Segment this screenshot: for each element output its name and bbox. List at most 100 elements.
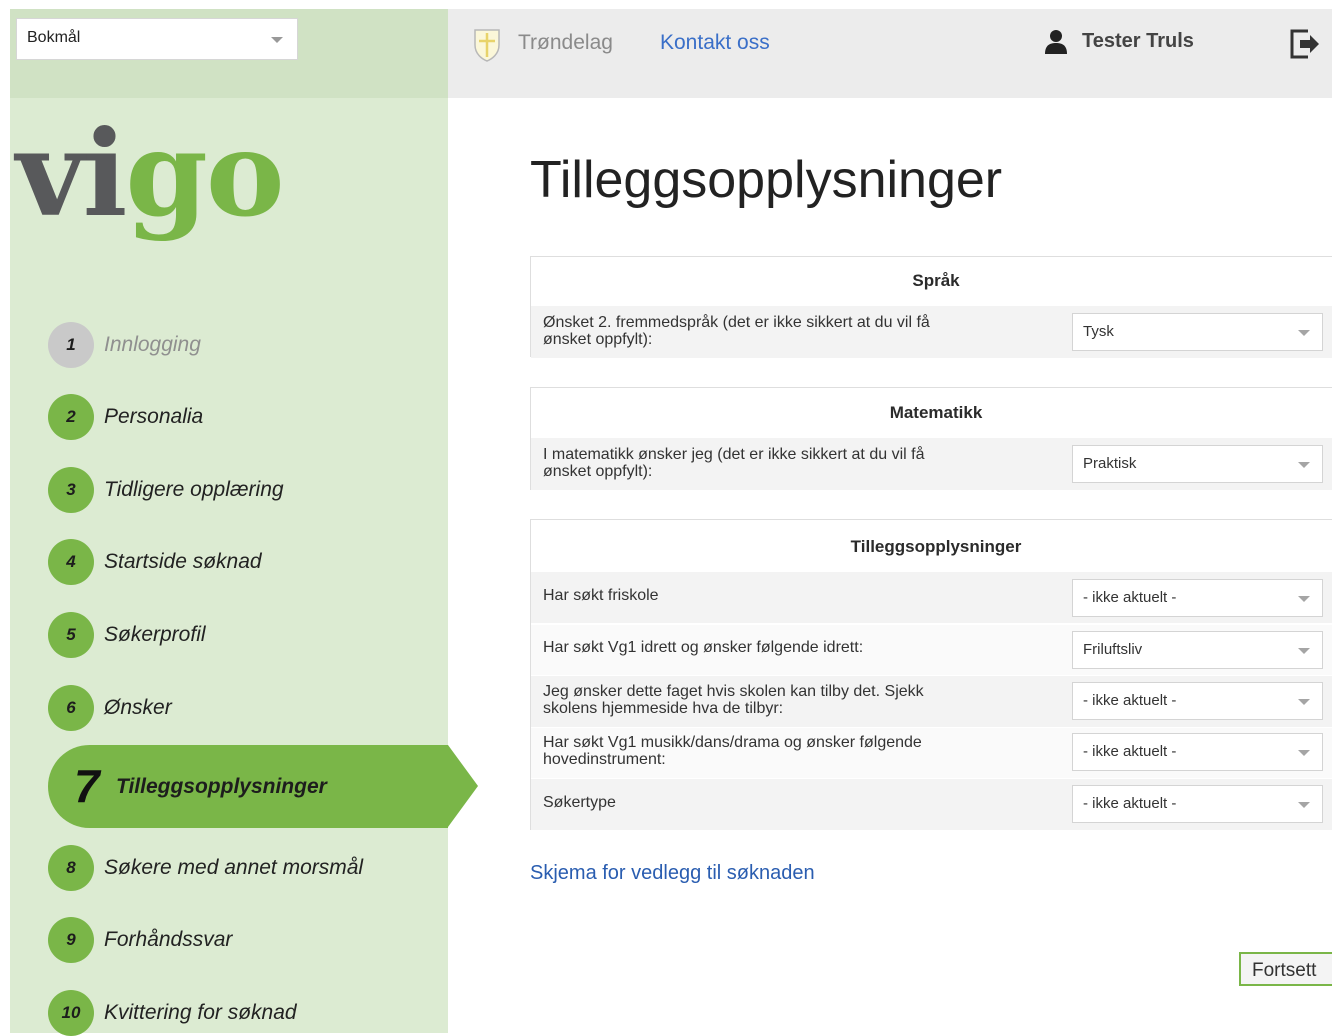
chevron-down-icon	[1298, 802, 1310, 808]
step-label: Søkerprofil	[104, 623, 206, 646]
step-innlogging[interactable]: 1 Innlogging	[48, 322, 468, 368]
sprak-section: Språk Ønsket 2. fremmedspråk (det er ikk…	[530, 256, 1332, 358]
continue-button[interactable]: Fortsett	[1239, 952, 1332, 986]
step-sokerprofil[interactable]: 5 Søkerprofil	[48, 612, 468, 658]
matematikk-select[interactable]: Praktisk	[1072, 445, 1323, 483]
chevron-down-icon	[1298, 462, 1310, 468]
step-number: 3	[48, 467, 94, 513]
step-number: 2	[48, 394, 94, 440]
user-icon	[1045, 30, 1067, 54]
select-value: Friluftsliv	[1083, 641, 1143, 658]
select-value: Tysk	[1083, 323, 1114, 340]
select-value: Praktisk	[1083, 455, 1137, 472]
form-row: Har søkt Vg1 idrett og ønsker følgende i…	[531, 625, 1332, 675]
question-label: Har søkt Vg1 idrett og ønsker følgende i…	[543, 639, 1013, 656]
step-label: Personalia	[104, 405, 204, 428]
step-number: 10	[48, 990, 94, 1036]
step-label: Søkere med annet morsmål	[104, 856, 364, 879]
chevron-down-icon	[1298, 750, 1310, 756]
question-line: skolens hjemmeside hva de tilbyr:	[543, 700, 784, 717]
question-line: Har søkt Vg1 musikk/dans/drama og ønsker…	[543, 734, 922, 751]
attachment-form-link[interactable]: Skjema for vedlegg til søknaden	[530, 862, 815, 885]
top-margin	[0, 0, 1332, 9]
step-forhandssvar[interactable]: 9 Forhåndssvar	[48, 917, 468, 963]
step-label: Tidligere opplæring	[104, 478, 284, 501]
friskole-select[interactable]: - ikke aktuelt -	[1072, 579, 1323, 617]
language-select-value: Bokmål	[27, 29, 81, 46]
step-personalia[interactable]: 2 Personalia	[48, 394, 468, 440]
shield-icon	[474, 29, 500, 62]
left-margin	[0, 0, 10, 1033]
form-row: Jeg ønsker dette faget hvis skolen kan t…	[531, 676, 1332, 727]
step-startside-soknad[interactable]: 4 Startside søknad	[48, 539, 468, 585]
user-name[interactable]: Tester Truls	[1082, 30, 1194, 53]
step-tilleggsopplysninger-active[interactable]: 7 Tilleggsopplysninger	[48, 745, 478, 828]
form-row: Har søkt friskole - ikke aktuelt -	[531, 572, 1332, 623]
step-label: Startside søknad	[104, 550, 262, 573]
step-label: Ønsker	[104, 696, 172, 719]
chevron-down-icon	[1298, 596, 1310, 602]
logo-part-vi: vi	[16, 104, 127, 243]
question-line: Jeg ønsker dette faget hvis skolen kan t…	[543, 683, 924, 700]
logo-part-go: go	[125, 104, 284, 243]
sidebar: Bokmål vigo 1 Innlogging 2 Personalia 3 …	[10, 9, 478, 1036]
step-number: 7	[74, 760, 100, 812]
language-select[interactable]: Bokmål	[16, 18, 298, 60]
step-label: Forhåndssvar	[104, 928, 233, 951]
section-heading: Språk	[912, 271, 960, 290]
valgfag-select[interactable]: - ikke aktuelt -	[1072, 682, 1323, 720]
hovedinstrument-select[interactable]: - ikke aktuelt -	[1072, 733, 1323, 771]
question-line: ønsket oppfylt):	[543, 331, 653, 348]
step-onsker[interactable]: 6 Ønsker	[48, 685, 468, 731]
section-heading: Matematikk	[889, 403, 983, 422]
chevron-down-icon	[1298, 699, 1310, 705]
section-heading: Tilleggsopplysninger	[850, 537, 1022, 556]
question-line: I matematikk ønsker jeg (det er ikke sik…	[543, 446, 925, 463]
page-title: Tilleggsopplysninger	[530, 151, 1003, 209]
select-value: - ikke aktuelt -	[1083, 692, 1177, 709]
question-label: Har søkt Vg1 musikk/dans/drama og ønsker…	[543, 734, 1013, 768]
sidebar-header: Bokmål	[10, 9, 448, 98]
question-line: Har søkt Vg1 idrett og ønsker følgende i…	[543, 639, 864, 656]
logout-icon[interactable]	[1288, 27, 1322, 61]
step-label: Kvittering for søknad	[104, 1001, 297, 1024]
step-tidligere-opplaering[interactable]: 3 Tidligere opplæring	[48, 467, 468, 513]
chevron-down-icon	[1298, 330, 1310, 336]
form-row: Søkertype - ikke aktuelt -	[531, 779, 1332, 830]
sokertype-select[interactable]: - ikke aktuelt -	[1072, 785, 1323, 823]
question-line: Ønsket 2. fremmedspråk (det er ikke sikk…	[543, 314, 930, 331]
step-number: 1	[48, 322, 94, 368]
step-kvittering[interactable]: 10 Kvittering for søknad	[48, 990, 468, 1036]
form-row: Ønsket 2. fremmedspråk (det er ikke sikk…	[531, 306, 1332, 358]
contact-link[interactable]: Kontakt oss	[660, 31, 770, 55]
step-number: 8	[48, 845, 94, 891]
matematikk-section: Matematikk I matematikk ønsker jeg (det …	[530, 387, 1332, 490]
question-label: Søkertype	[543, 794, 1013, 811]
question-label: Har søkt friskole	[543, 587, 1013, 604]
step-label: Tilleggsopplysninger	[116, 775, 327, 798]
region-name: Trøndelag	[518, 31, 613, 54]
select-value: - ikke aktuelt -	[1083, 743, 1177, 760]
step-label: Innlogging	[104, 333, 201, 356]
form-row: Har søkt Vg1 musikk/dans/drama og ønsker…	[531, 728, 1332, 778]
step-number: 4	[48, 539, 94, 585]
question-line: Har søkt friskole	[543, 587, 659, 604]
tilleggsopplysninger-section: Tilleggsopplysninger Har søkt friskole -…	[530, 519, 1332, 830]
active-step-arrow	[448, 745, 478, 827]
form-row: I matematikk ønsker jeg (det er ikke sik…	[531, 438, 1332, 490]
question-label: I matematikk ønsker jeg (det er ikke sik…	[543, 446, 1013, 480]
select-value: - ikke aktuelt -	[1083, 589, 1177, 606]
chevron-down-icon	[1298, 648, 1310, 654]
idrett-select[interactable]: Friluftsliv	[1072, 631, 1323, 669]
step-sokere-med-annet-morsmal[interactable]: 8 Søkere med annet morsmål	[48, 845, 468, 891]
vigo-logo[interactable]: vigo	[16, 109, 285, 239]
fremmedsprak-select[interactable]: Tysk	[1072, 313, 1323, 351]
question-line: hovedinstrument:	[543, 751, 666, 768]
select-value: - ikke aktuelt -	[1083, 795, 1177, 812]
step-number: 9	[48, 917, 94, 963]
question-line: ønsket oppfylt):	[543, 463, 653, 480]
step-number: 5	[48, 612, 94, 658]
question-label: Jeg ønsker dette faget hvis skolen kan t…	[543, 683, 1013, 717]
step-number: 6	[48, 685, 94, 731]
chevron-down-icon	[271, 37, 283, 43]
